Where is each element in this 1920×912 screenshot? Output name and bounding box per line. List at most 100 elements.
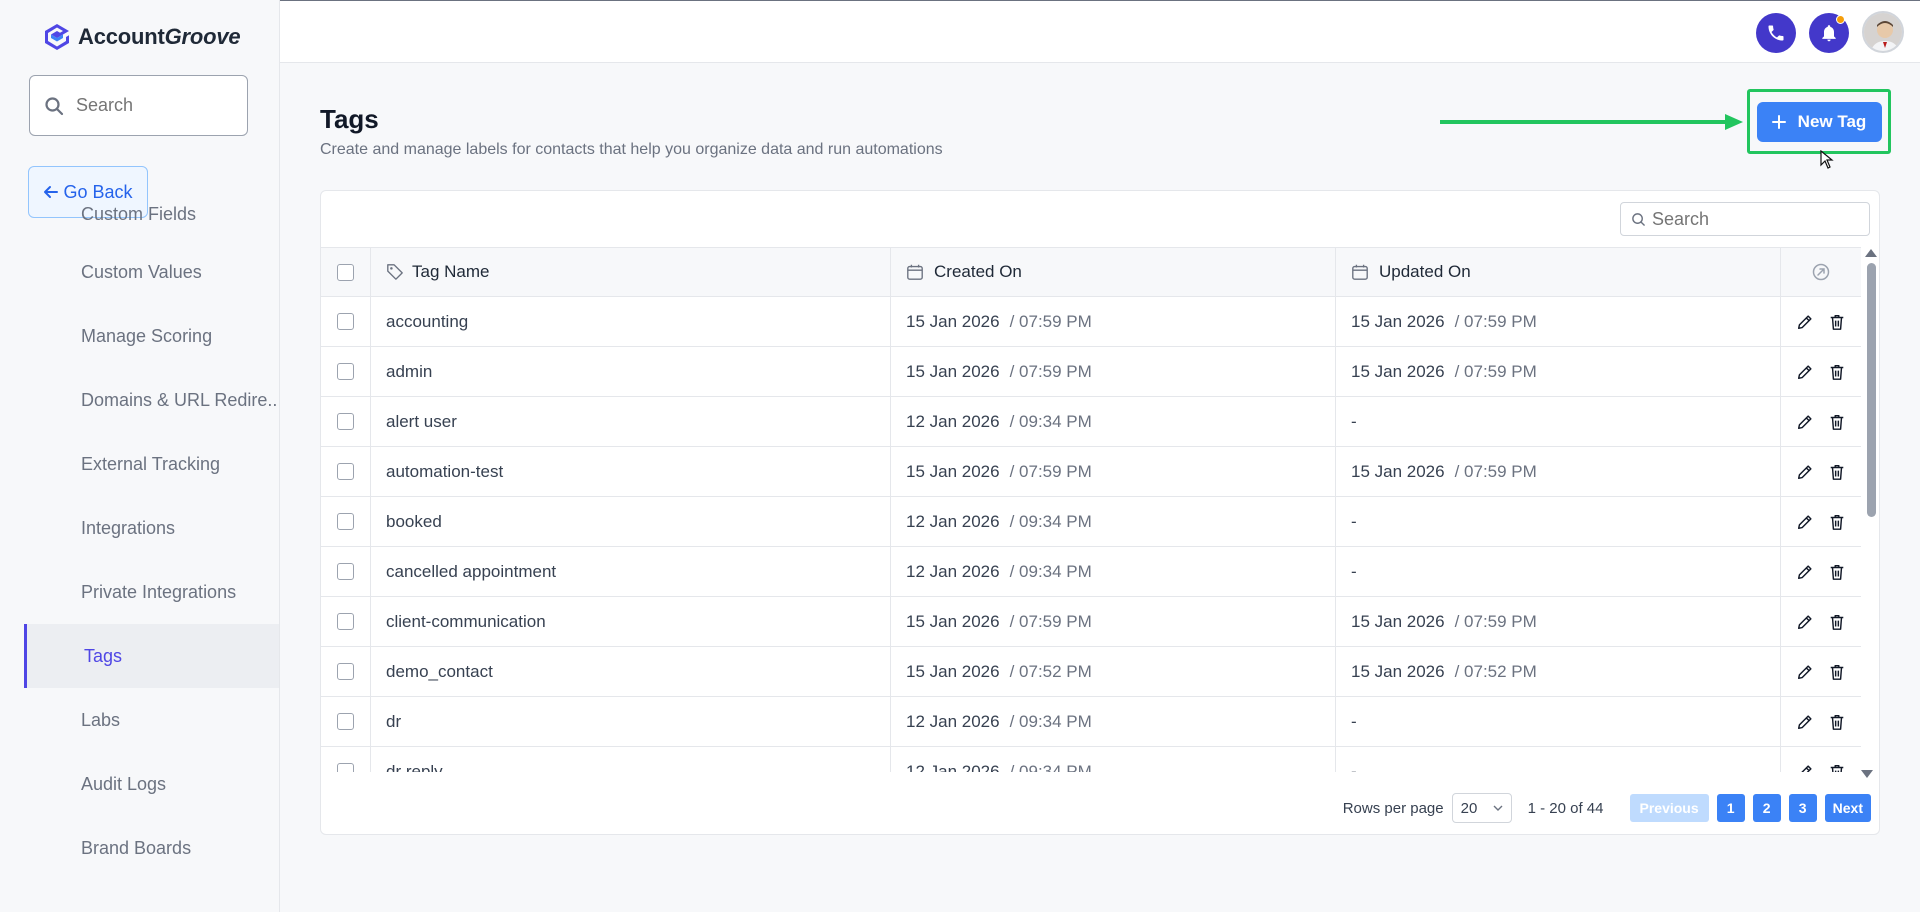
- table-row[interactable]: automation-test 15 Jan 2026/ 07:59 PM 15 J…: [321, 447, 1861, 497]
- sidebar-search[interactable]: [29, 75, 248, 136]
- edit-icon[interactable]: [1796, 363, 1814, 381]
- table-row[interactable]: dr reply 12 Jan 2026 / 09:34 PM -: [321, 747, 1861, 772]
- row-checkbox[interactable]: [337, 463, 354, 480]
- row-checkbox[interactable]: [337, 313, 354, 330]
- scroll-up-icon[interactable]: [1865, 249, 1877, 257]
- row-checkbox-cell: [321, 697, 371, 746]
- sidebar-item-label: Manage Scoring: [81, 325, 213, 346]
- column-created-on[interactable]: Created On: [891, 248, 1336, 296]
- table-row[interactable]: demo_contact 15 Jan 2026/ 07:52 PM 15 Jan …: [321, 647, 1861, 697]
- updated-on-cell: 15 Jan 2026 / 07:59 PM: [1336, 597, 1781, 646]
- sidebar-item-custom-fields[interactable]: Custom Fields: [0, 204, 279, 240]
- notification-dot: [1836, 15, 1845, 24]
- calendar-icon: [1352, 264, 1368, 280]
- row-actions: [1781, 297, 1861, 346]
- sidebar-item-domains[interactable]: Domains & URL Redire...: [0, 368, 279, 432]
- tag-name-cell: admin: [371, 347, 891, 396]
- trash-icon[interactable]: [1828, 313, 1846, 331]
- row-checkbox[interactable]: [337, 413, 354, 430]
- sidebar-search-input[interactable]: [76, 95, 226, 116]
- rows-per-page-select[interactable]: 20: [1451, 793, 1512, 823]
- column-tag-name[interactable]: Tag Name: [371, 248, 891, 296]
- brand-logo[interactable]: AccountGroove: [42, 22, 241, 52]
- mouse-cursor-icon: [1820, 150, 1834, 169]
- row-checkbox-cell: [321, 297, 371, 346]
- row-checkbox-cell: [321, 447, 371, 496]
- table-row[interactable]: accounting 15 Jan 2026/ 07:59 PM 15 Jan 20…: [321, 297, 1861, 347]
- row-checkbox[interactable]: [337, 763, 354, 772]
- notifications-button[interactable]: [1809, 13, 1849, 53]
- row-checkbox[interactable]: [337, 663, 354, 680]
- sidebar-item-audit-logs[interactable]: Audit Logs: [0, 752, 279, 816]
- trash-icon[interactable]: [1828, 763, 1846, 773]
- trash-icon[interactable]: [1828, 663, 1846, 681]
- trash-icon[interactable]: [1828, 413, 1846, 431]
- trash-icon[interactable]: [1828, 463, 1846, 481]
- table-row[interactable]: cancelled appointment 12 Jan 2026 / 09:34 …: [321, 547, 1861, 597]
- row-checkbox[interactable]: [337, 613, 354, 630]
- edit-icon[interactable]: [1796, 513, 1814, 531]
- table-row[interactable]: admin 15 Jan 2026 / 07:59 PM 15 Jan 2026 / 0…: [321, 347, 1861, 397]
- previous-page-button[interactable]: Previous: [1629, 794, 1709, 822]
- settings-nav: Custom Fields Custom Values Manage Scori…: [0, 204, 279, 880]
- edit-icon[interactable]: [1796, 563, 1814, 581]
- sidebar-item-tags[interactable]: Tags: [24, 624, 279, 688]
- table-row[interactable]: client-communication 15 Jan 2026 / 07:59 P…: [321, 597, 1861, 647]
- calendar-icon: [907, 264, 923, 280]
- row-actions: [1781, 447, 1861, 496]
- table-search[interactable]: [1620, 202, 1870, 236]
- column-label: Updated On: [1379, 262, 1471, 281]
- new-tag-button[interactable]: New Tag: [1756, 101, 1882, 142]
- table-row[interactable]: alert user 12 Jan 2026 / 09:34 PM -: [321, 397, 1861, 447]
- trash-icon[interactable]: [1828, 363, 1846, 381]
- header-checkbox-cell: [321, 248, 371, 296]
- row-checkbox[interactable]: [337, 713, 354, 730]
- page-3-button[interactable]: 3: [1788, 794, 1817, 822]
- sidebar-item-manage-scoring[interactable]: Manage Scoring: [0, 304, 279, 368]
- table-row[interactable]: dr 12 Jan 2026 / 09:34 PM -: [321, 697, 1861, 747]
- edit-icon[interactable]: [1796, 663, 1814, 681]
- sidebar-item-labs[interactable]: Labs: [0, 688, 279, 752]
- select-all-checkbox[interactable]: [337, 263, 354, 281]
- table-search-input[interactable]: [1652, 208, 1852, 230]
- sidebar-item-label: Custom Values: [81, 261, 202, 282]
- column-updated-on[interactable]: Updated On: [1336, 248, 1781, 296]
- edit-icon[interactable]: [1796, 763, 1814, 773]
- trash-icon[interactable]: [1828, 713, 1846, 731]
- row-checkbox[interactable]: [337, 513, 354, 530]
- sidebar-item-custom-values[interactable]: Custom Values: [0, 240, 279, 304]
- sidebar-item-brand-boards[interactable]: Brand Boards: [0, 816, 279, 880]
- created-time: / 07:52 PM: [1009, 661, 1092, 681]
- created-on-cell: 15 Jan 2026 / 07:59 PM: [891, 447, 1336, 496]
- row-checkbox[interactable]: [337, 563, 354, 580]
- updated-date: -: [1351, 511, 1357, 531]
- trash-icon[interactable]: [1828, 613, 1846, 631]
- page-1-button[interactable]: 1: [1716, 794, 1745, 822]
- edit-icon[interactable]: [1796, 463, 1814, 481]
- user-avatar[interactable]: [1862, 11, 1904, 53]
- tag-name: admin: [386, 361, 433, 381]
- brand-name: AccountGroove: [78, 24, 241, 49]
- scroll-down-icon[interactable]: [1861, 770, 1873, 778]
- rows-per-page-label: Rows per page: [1342, 799, 1444, 817]
- edit-icon[interactable]: [1796, 413, 1814, 431]
- trash-icon[interactable]: [1828, 563, 1846, 581]
- table-row[interactable]: booked 12 Jan 2026 / 09:34 PM -: [321, 497, 1861, 547]
- edit-icon[interactable]: [1796, 613, 1814, 631]
- sidebar: AccountGroove Go Back Custom Fields Cust…: [0, 0, 280, 912]
- trash-icon[interactable]: [1828, 513, 1846, 531]
- column-settings-icon[interactable]: [1811, 262, 1831, 282]
- row-checkbox-cell: [321, 497, 371, 546]
- sidebar-item-external-tracking[interactable]: External Tracking: [0, 432, 279, 496]
- scrollbar-thumb[interactable]: [1867, 263, 1876, 517]
- next-page-button[interactable]: Next: [1824, 794, 1871, 822]
- row-checkbox[interactable]: [337, 363, 354, 380]
- edit-icon[interactable]: [1796, 713, 1814, 731]
- phone-button[interactable]: [1756, 13, 1796, 53]
- sidebar-item-private-integrations[interactable]: Private Integrations: [0, 560, 279, 624]
- sidebar-item-integrations[interactable]: Integrations: [0, 496, 279, 560]
- row-actions: [1781, 397, 1861, 446]
- page-2-button[interactable]: 2: [1752, 794, 1781, 822]
- table-scrollbar[interactable]: [1862, 247, 1879, 787]
- edit-icon[interactable]: [1796, 313, 1814, 331]
